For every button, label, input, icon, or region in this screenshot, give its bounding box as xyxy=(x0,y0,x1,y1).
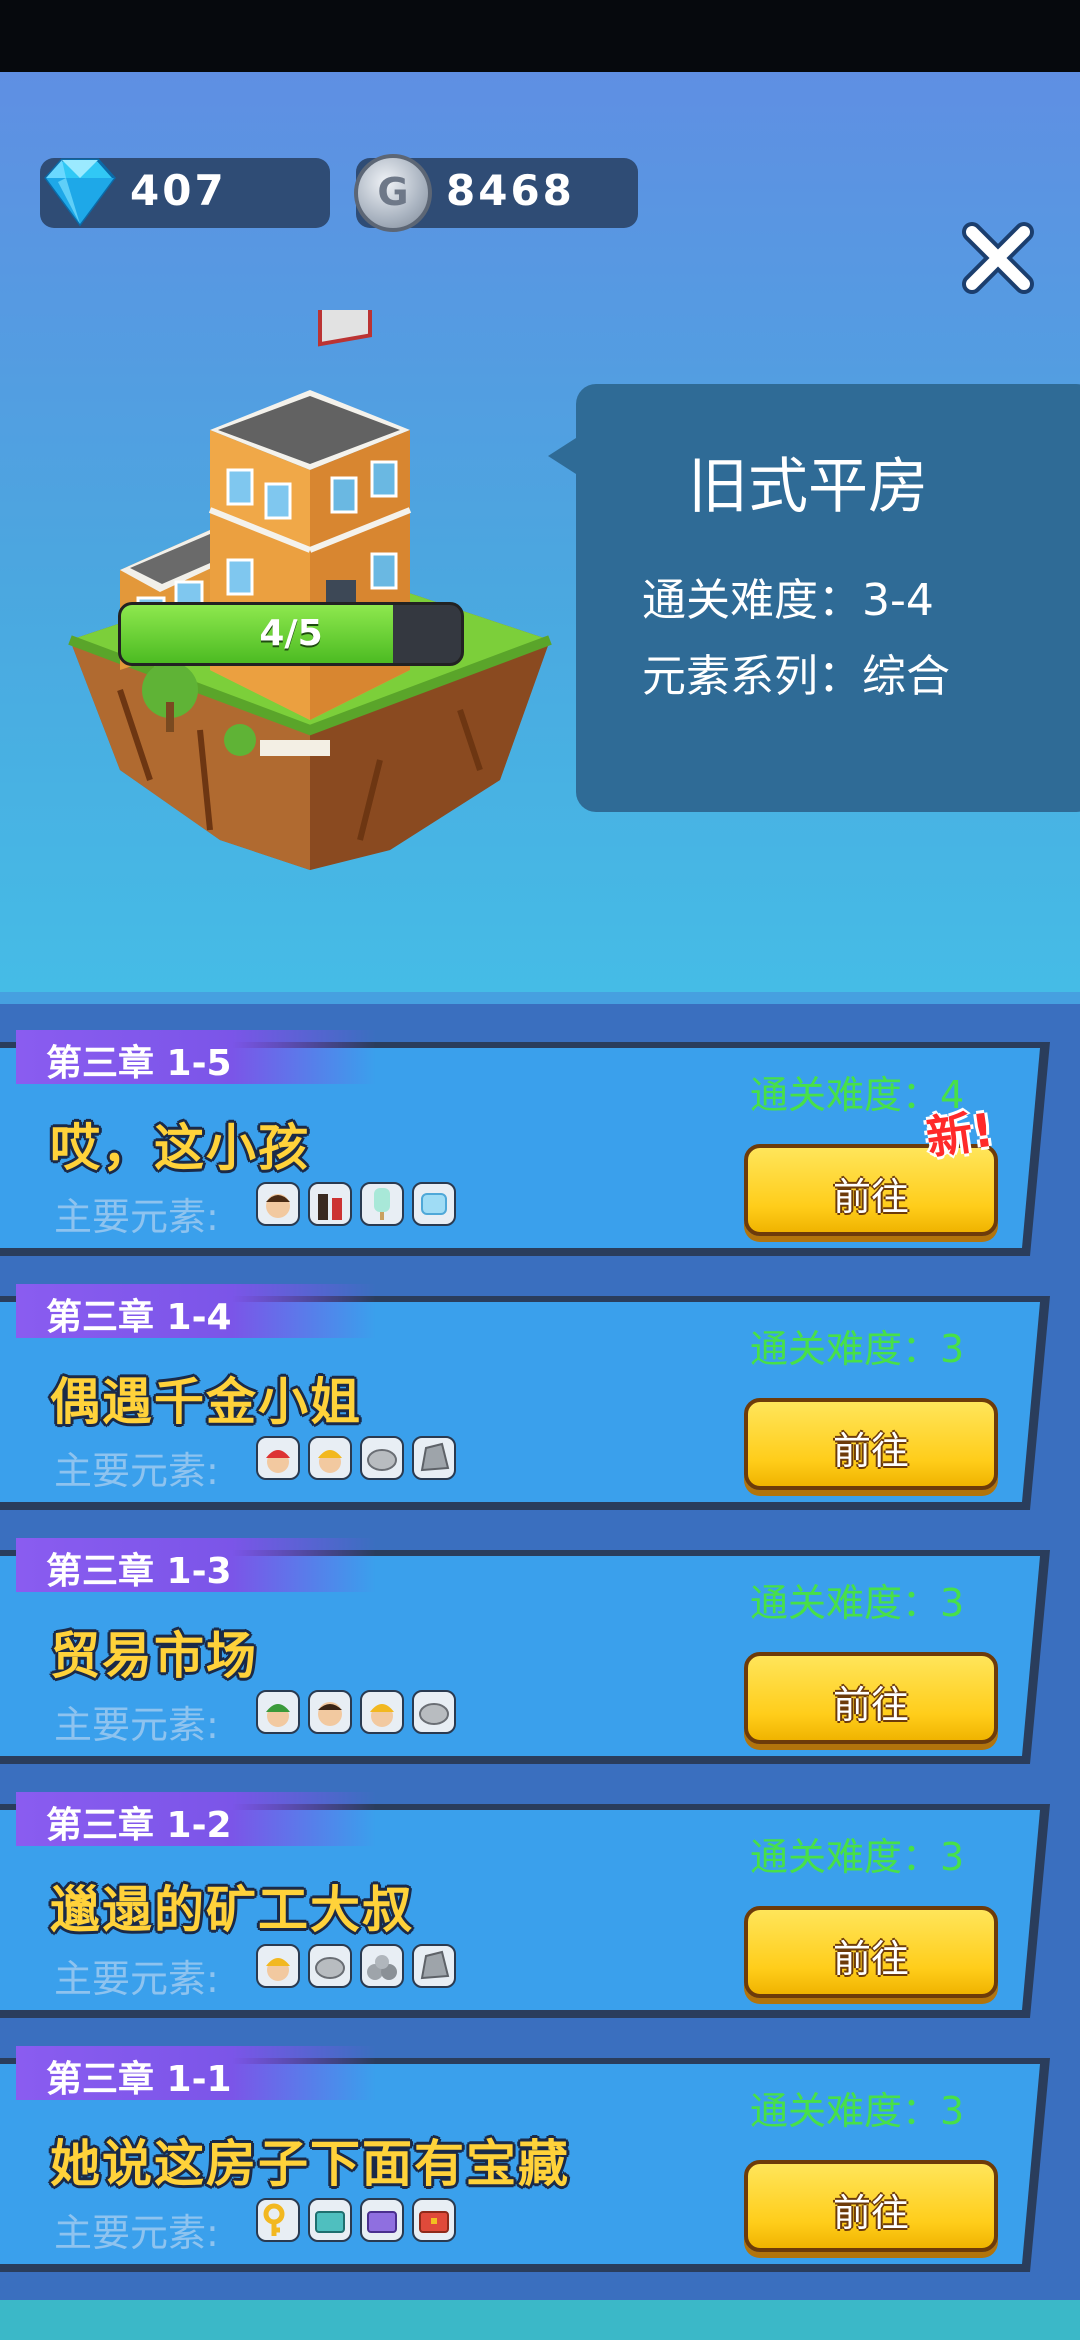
level-title: 偶遇千金小姐 xyxy=(50,1373,362,1431)
element-label: 主要元素: xyxy=(54,1703,219,1747)
building-element-series: 元素系列：综合 xyxy=(642,651,950,702)
element-label: 主要元素: xyxy=(54,1195,219,1239)
level-title: 哎，这小孩 xyxy=(50,1119,310,1177)
element-label: 主要元素: xyxy=(54,1449,219,1493)
stone-icon xyxy=(360,1436,404,1480)
chapter-label: 第三章 1-5 xyxy=(16,1030,376,1084)
chapter-label: 第三章 1-4 xyxy=(16,1284,376,1338)
rock-icon xyxy=(412,1436,456,1480)
ice-cube-icon xyxy=(412,1182,456,1226)
stone-icon xyxy=(308,1944,352,1988)
level-difficulty: 通关难度：3 xyxy=(750,2089,965,2133)
level-title: 贸易市场 xyxy=(50,1627,258,1685)
green-cap-man-icon xyxy=(256,1690,300,1734)
level-card: 第三章 1-4 偶遇千金小姐 主要元素: 通关难度：3 前往 xyxy=(0,1284,1060,1518)
level-card: 第三章 1-1 她说这房子下面有宝藏 主要元素: 通关难度：3 前往 xyxy=(0,2046,1060,2280)
popsicle-icon xyxy=(360,1182,404,1226)
man-face-icon xyxy=(308,1690,352,1734)
element-label: 主要元素: xyxy=(54,2211,219,2255)
coin-icon: G xyxy=(354,154,432,232)
go-button[interactable]: 前往 xyxy=(744,1652,998,1744)
go-button[interactable]: 前往 xyxy=(744,1398,998,1490)
miner-helmet-icon xyxy=(360,1690,404,1734)
level-difficulty: 通关难度：3 xyxy=(750,1581,965,1625)
chapter-label: 第三章 1-3 xyxy=(16,1538,376,1592)
chapter-label: 第三章 1-2 xyxy=(16,1792,376,1846)
level-difficulty: 通关难度：3 xyxy=(750,1327,965,1371)
level-card: 第三章 1-2 邋遢的矿工大叔 主要元素: 通关难度：3 前往 xyxy=(0,1792,1060,2026)
gem-count: 407 xyxy=(130,166,227,215)
progress-bar: 4/5 xyxy=(118,602,464,666)
status-bar xyxy=(0,0,1080,72)
soda-bottles-icon xyxy=(308,1182,352,1226)
close-icon[interactable] xyxy=(960,220,1036,296)
level-card: 第三章 1-3 贸易市场 主要元素: 通关难度：3 前往 xyxy=(0,1538,1060,1772)
rock-pile-icon xyxy=(360,1944,404,1988)
diamond-icon xyxy=(44,158,116,227)
red-hat-worker-icon xyxy=(256,1436,300,1480)
chapter-label: 第三章 1-1 xyxy=(16,2046,376,2100)
coin-counter: G 8468 xyxy=(354,154,638,232)
building-illustration xyxy=(68,310,552,870)
stone-icon xyxy=(412,1690,456,1734)
progress-text: 4/5 xyxy=(259,613,323,654)
bottom-strip xyxy=(0,2300,1080,2340)
level-title: 邋遢的矿工大叔 xyxy=(50,1881,414,1939)
red-chest-icon xyxy=(412,2198,456,2242)
go-button[interactable]: 前往 xyxy=(744,1906,998,1998)
building-difficulty: 通关难度：3-4 xyxy=(642,575,934,626)
building-detail-screen: 407 G 8468 4/5 旧式平房 通关难度：3-4 元素系列：综合 第三章… xyxy=(0,72,1080,2340)
gem-counter: 407 xyxy=(40,158,330,228)
building-info-panel: 旧式平房 通关难度：3-4 元素系列：综合 xyxy=(548,384,1080,812)
boy-face-icon xyxy=(256,1182,300,1226)
level-title: 她说这房子下面有宝藏 xyxy=(50,2135,570,2193)
purple-chest-icon xyxy=(360,2198,404,2242)
element-label: 主要元素: xyxy=(54,1957,219,2001)
key-icon xyxy=(256,2198,300,2242)
miner-helmet-icon xyxy=(256,1944,300,1988)
go-button[interactable]: 前往 xyxy=(744,2160,998,2252)
new-badge: 新! xyxy=(922,1102,997,1166)
miner-helmet-icon xyxy=(308,1436,352,1480)
coin-count: 8468 xyxy=(446,166,575,215)
teal-chest-icon xyxy=(308,2198,352,2242)
building-name: 旧式平房 xyxy=(688,452,928,522)
level-difficulty: 通关难度：3 xyxy=(750,1835,965,1879)
level-card: 第三章 1-5 哎，这小孩 主要元素: 通关难度：4 前往 新! xyxy=(0,1030,1060,1264)
rock-icon xyxy=(412,1944,456,1988)
